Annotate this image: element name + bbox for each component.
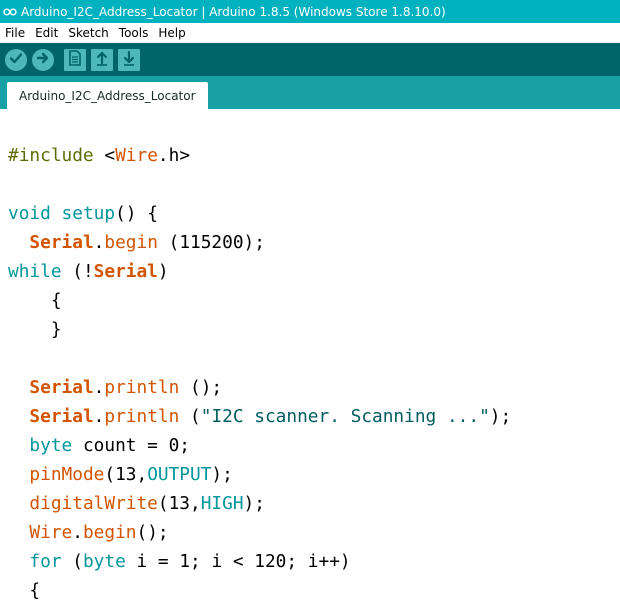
code-token: () { <box>115 203 158 224</box>
code-token: #include <box>8 145 105 166</box>
code-token: byte <box>29 435 73 456</box>
code-token: (! <box>61 261 94 282</box>
arduino-infinity-icon <box>0 0 20 23</box>
menu-edit[interactable]: Edit <box>30 26 63 40</box>
code-token: { <box>8 580 41 601</box>
code-line: { <box>8 286 511 315</box>
upload-button[interactable] <box>32 48 54 71</box>
code-token: . <box>93 406 105 427</box>
window-title: Arduino_I2C_Address_Locator | Arduino 1.… <box>21 4 446 19</box>
menu-bar: File Edit Sketch Tools Help <box>0 23 620 43</box>
code-token: ( <box>179 406 201 427</box>
code-token: while <box>8 261 62 282</box>
code-line: digitalWrite(13,HIGH); <box>8 489 511 518</box>
new-sketch-button[interactable] <box>64 48 86 71</box>
code-token: digitalWrite <box>29 493 158 514</box>
checkmark-icon <box>9 50 23 69</box>
code-line: while (!Serial) <box>8 257 511 286</box>
open-button[interactable] <box>91 48 113 71</box>
code-token: Serial <box>29 377 94 398</box>
code-token: Serial <box>93 261 158 282</box>
document-icon <box>68 49 82 70</box>
code-token: for <box>29 551 62 572</box>
code-line: void setup() { <box>8 199 511 228</box>
code-line: { <box>8 576 511 605</box>
menu-help[interactable]: Help <box>153 26 190 40</box>
menu-file[interactable]: File <box>0 26 30 40</box>
code-token: ( <box>61 551 83 572</box>
code-line: byte count = 0; <box>8 431 511 460</box>
code-token: Wire <box>29 522 73 543</box>
code-token: HIGH <box>200 493 244 514</box>
code-token: OUTPUT <box>147 464 212 485</box>
code-token: . <box>93 232 105 253</box>
code-token: count = 0; <box>72 435 191 456</box>
code-text[interactable]: #include <Wire.h> void setup() { Serial.… <box>8 141 511 605</box>
code-token: begin <box>82 522 137 543</box>
menu-tools[interactable]: Tools <box>114 26 154 40</box>
code-token: ); <box>489 406 512 427</box>
save-button[interactable] <box>118 48 140 71</box>
code-token: { <box>8 290 62 311</box>
code-line: Serial.println (); <box>8 373 511 402</box>
code-token: begin <box>104 232 158 253</box>
code-line: Wire.begin(); <box>8 518 511 547</box>
code-token: .h> <box>157 145 191 166</box>
code-token: ); <box>243 493 265 514</box>
code-token: void <box>8 203 51 224</box>
code-token: ); <box>211 464 233 485</box>
verify-button[interactable] <box>5 48 27 71</box>
code-token: < <box>104 145 116 166</box>
code-token: pinMode <box>29 464 105 485</box>
menu-sketch[interactable]: Sketch <box>63 26 113 40</box>
title-bar[interactable]: Arduino_I2C_Address_Locator | Arduino 1.… <box>0 0 620 23</box>
code-token: (13, <box>104 464 148 485</box>
arrow-right-icon <box>36 50 50 69</box>
arrow-up-icon <box>95 50 109 70</box>
arrow-down-icon <box>122 50 136 70</box>
code-token: Wire <box>115 145 158 166</box>
tab-strip: Arduino_I2C_Address_Locator <box>0 76 620 109</box>
code-token: } <box>8 319 62 340</box>
toolbar <box>0 43 620 76</box>
code-token: (); <box>179 377 223 398</box>
code-token: (); <box>136 522 169 543</box>
code-token: i = 1; i < 120; i++) <box>125 551 351 572</box>
code-editor[interactable]: #include <Wire.h> void setup() { Serial.… <box>0 109 620 608</box>
code-line: } <box>8 315 511 344</box>
code-line: pinMode(13,OUTPUT); <box>8 460 511 489</box>
tab-arduino-i2c-address-locator[interactable]: Arduino_I2C_Address_Locator <box>7 82 208 109</box>
code-token: ) <box>157 261 169 282</box>
code-token: println <box>104 377 180 398</box>
code-line: for (byte i = 1; i < 120; i++) <box>8 547 511 576</box>
code-token: println <box>104 406 180 427</box>
code-token: . <box>72 522 83 543</box>
code-token: (115200); <box>157 232 265 253</box>
code-token: setup <box>61 203 116 224</box>
code-token: Serial <box>29 232 94 253</box>
code-token: byte <box>82 551 126 572</box>
code-line: Serial.println ("I2C scanner. Scanning .… <box>8 402 511 431</box>
code-token: (13, <box>157 493 201 514</box>
code-token: Serial <box>29 406 94 427</box>
code-token: . <box>93 377 105 398</box>
code-line: #include <Wire.h> <box>8 141 511 170</box>
code-token: "I2C scanner. Scanning ..." <box>200 406 490 427</box>
code-line: Serial.begin (115200); <box>8 228 511 257</box>
